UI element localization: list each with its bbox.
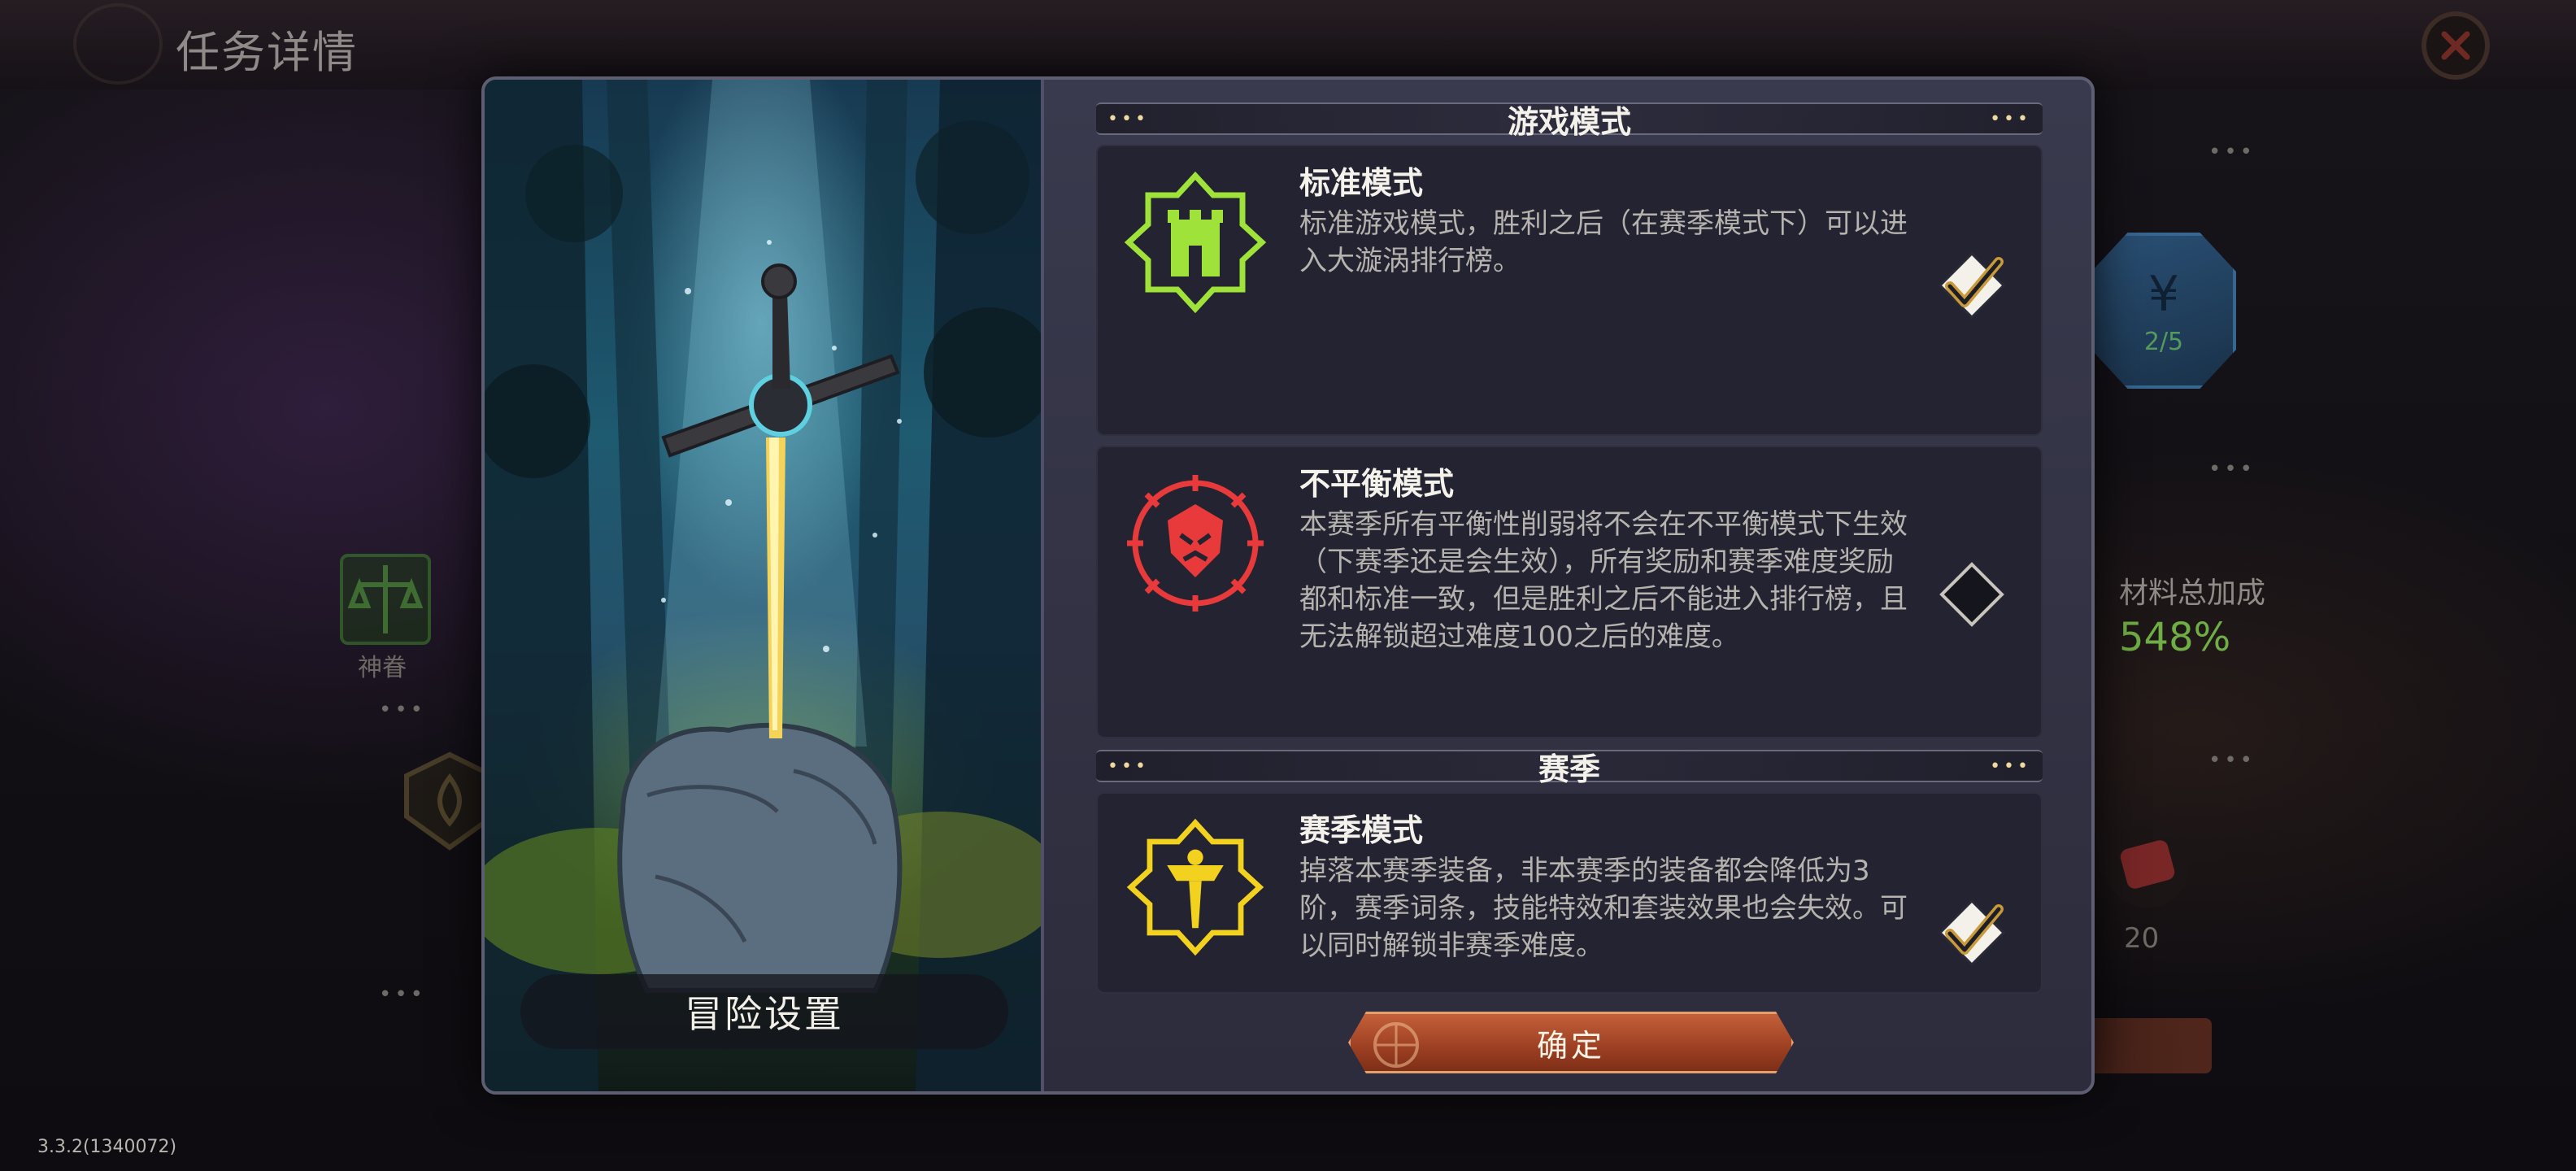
section-title: 游戏模式 — [1507, 103, 1631, 140]
mode-list: ••• 游戏模式 ••• 标准模式 标准游戏模式，胜利之后（在赛季模式下）可以进… — [1096, 102, 2043, 994]
mode-name: 不平衡模式 — [1299, 466, 1455, 502]
mode-name: 赛季模式 — [1299, 812, 1424, 848]
sword-in-stone-artwork: 冒险设置 — [485, 80, 1044, 1091]
game-screen: 任务详情 神眷 ••• ••• ••• ••• ••• ¥ 2/5 材料总加成 … — [0, 0, 2576, 1171]
version-label: 3.3.2(1340072) — [37, 1137, 177, 1157]
close-icon[interactable] — [2422, 11, 2490, 80]
mode-card-standard[interactable]: 标准模式 标准游戏模式，胜利之后（在赛季模式下）可以进入大漩涡排行榜。 — [1096, 145, 2043, 436]
diamond-checkbox-icon — [1939, 562, 2004, 627]
background-bonus-icon — [340, 554, 431, 645]
mode-card-season[interactable]: 赛季模式 掉落本赛季装备，非本赛季的装备都会降低为3阶，赛季词条，技能特效和套装… — [1096, 792, 2043, 994]
section-header-game-mode: ••• 游戏模式 ••• — [1096, 102, 2043, 140]
standard-mode-tower-icon — [1124, 171, 1267, 314]
adventure-settings-dialog: 冒险设置 ••• 游戏模式 ••• 标准模式 标准游戏模式，胜利之后（在赛季模式… — [481, 76, 2095, 1095]
background-materials-label: 材料总加成 — [2119, 577, 2266, 610]
background-logo-icon — [73, 3, 163, 85]
ornament-dots: ••• — [1990, 109, 2031, 129]
unbalanced-mode-demon-icon — [1127, 475, 1264, 612]
background-bonus-label: 神眷 — [358, 654, 407, 682]
mode-card-unbalanced[interactable]: 不平衡模式 本赛季所有平衡性削弱将不会在不平衡模式下生效（下赛季还是会生效），所… — [1096, 446, 2043, 738]
mode-description: 掉落本赛季装备，非本赛季的装备都会降低为3阶，赛季词条，技能特效和套装效果也会失… — [1299, 855, 1908, 962]
ornament-dots: ••• — [1107, 756, 1149, 777]
mode-name: 标准模式 — [1299, 165, 1424, 201]
confirm-button-label: 确定 — [1536, 1027, 1605, 1064]
season-mode-sword-icon — [1126, 818, 1264, 956]
section-header-season: ••• 赛季 ••• — [1096, 750, 2043, 787]
background-currency-count: 2/5 — [2143, 327, 2184, 356]
checkmark-icon — [1938, 251, 2006, 320]
yen-icon: ¥ — [2147, 265, 2180, 323]
background-dots: ••• — [379, 982, 427, 1007]
section-title: 赛季 — [1538, 751, 1600, 787]
background-dots: ••• — [2208, 457, 2256, 481]
adventure-settings-title: 冒险设置 — [520, 974, 1008, 1049]
background-dots: ••• — [2208, 748, 2256, 773]
compass-ornament-icon — [1373, 1022, 1419, 1068]
background-page-title: 任务详情 — [176, 27, 358, 78]
mode-checkbox-checked[interactable] — [1935, 249, 2008, 322]
checkmark-icon — [1938, 899, 2006, 967]
background-currency-badge: ¥ 2/5 — [2091, 233, 2236, 389]
ornament-dots: ••• — [1107, 109, 1149, 129]
background-item-icon — [2104, 821, 2191, 908]
background-materials-value: 548% — [2119, 615, 2231, 660]
mode-description: 本赛季所有平衡性削弱将不会在不平衡模式下生效（下赛季还是会生效），所有奖励和赛季… — [1299, 508, 1908, 653]
background-dots: ••• — [379, 698, 427, 722]
mode-checkbox-checked[interactable] — [1935, 896, 2008, 969]
background-item-count: 20 — [2124, 922, 2160, 955]
ornament-dots: ••• — [1990, 756, 2031, 777]
confirm-button[interactable]: 确定 — [1348, 1012, 1794, 1073]
background-dots: ••• — [2208, 140, 2256, 164]
mode-checkbox-unchecked[interactable] — [1935, 558, 2008, 631]
mode-description: 标准游戏模式，胜利之后（在赛季模式下）可以进入大漩涡排行榜。 — [1299, 207, 1908, 277]
